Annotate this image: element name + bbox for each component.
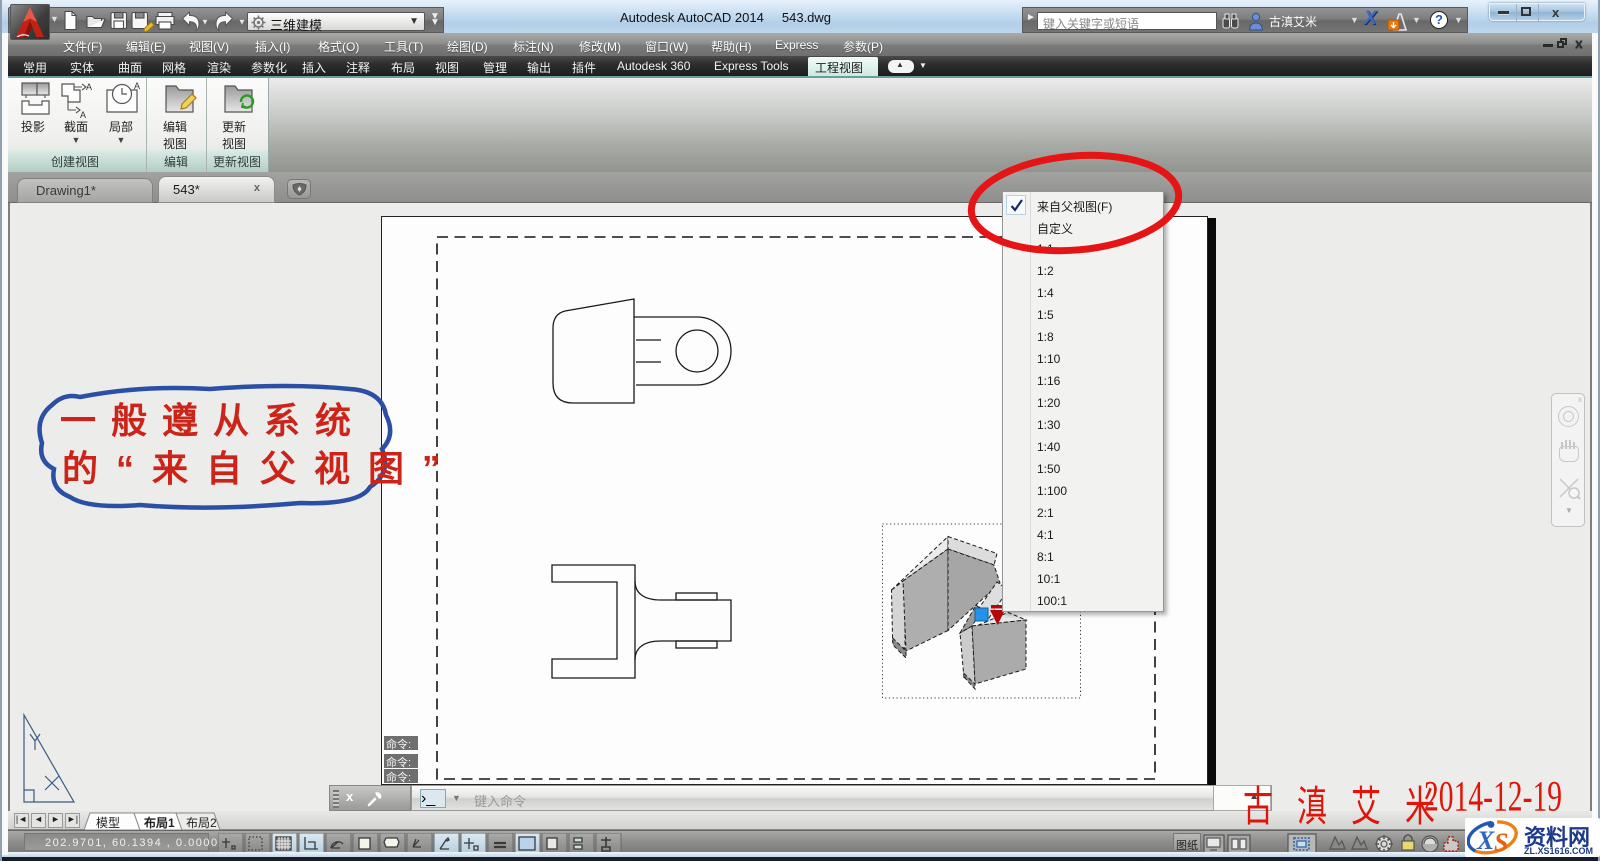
svg-text:A: A <box>80 110 86 120</box>
svg-text:S: S <box>1494 828 1508 856</box>
svg-text:X: X <box>1476 826 1495 855</box>
svg-text:▼: ▼ <box>201 18 209 27</box>
svg-text:▼: ▼ <box>238 18 246 27</box>
svg-text:A: A <box>86 82 92 92</box>
svg-text:A: A <box>134 81 140 91</box>
